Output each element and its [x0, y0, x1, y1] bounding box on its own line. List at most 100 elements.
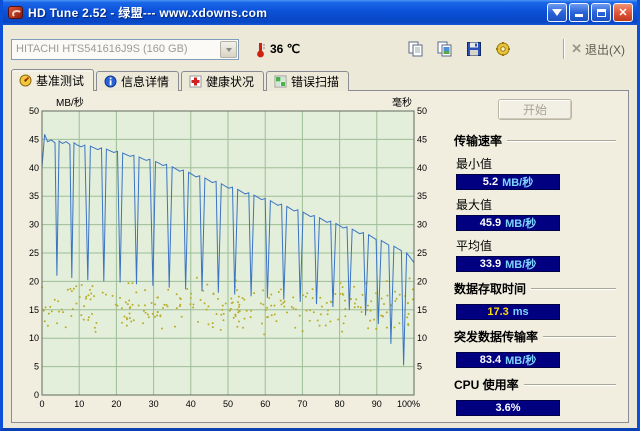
error-scan-check-icon [274, 75, 287, 88]
app-icon [8, 6, 23, 19]
tab-health-label: 健康状况 [206, 75, 255, 89]
cpu-usage-value: 3.6% [495, 402, 521, 414]
cpu-usage-value-box: 3.6% [456, 400, 560, 416]
tab-error-scan[interactable]: 错误扫描 [266, 71, 350, 91]
svg-text:50: 50 [29, 106, 39, 116]
window-title: HD Tune 2.52 - 绿盟--- www.xdowns.com [28, 6, 268, 20]
svg-text:30: 30 [149, 399, 159, 409]
tab-benchmark-label: 基准测试 [36, 74, 85, 88]
download-icon-button[interactable] [547, 3, 567, 22]
access-time-heading: 数据存取时间 [454, 280, 616, 297]
drive-select-dropdown-button[interactable] [220, 40, 237, 58]
svg-text:20: 20 [29, 276, 39, 286]
min-value-box: 5.2 MB/秒 [456, 174, 560, 190]
options-gear-icon [496, 42, 511, 56]
avg-value: 33.9 [479, 258, 502, 270]
burst-rate-value-box: 83.4 MB/秒 [456, 352, 560, 368]
maximize-button[interactable] [591, 3, 611, 22]
toolbar-separator [563, 39, 566, 59]
avg-unit: MB/秒 [505, 259, 537, 271]
svg-text:50: 50 [417, 106, 427, 116]
copy-text-icon [408, 41, 423, 57]
cpu-usage-heading: CPU 使用率 [454, 376, 616, 393]
svg-text:35: 35 [29, 191, 39, 201]
toolbar: HITACHI HTS541616J9S (160 GB) 36 ℃ ✕ 退出(… [11, 38, 629, 60]
svg-text:80: 80 [335, 399, 345, 409]
svg-text:100%: 100% [397, 399, 420, 409]
svg-text:40: 40 [29, 163, 39, 173]
svg-text:25: 25 [29, 248, 39, 258]
transfer-rate-heading: 传输速率 [454, 132, 616, 149]
tab-info-label: 信息详情 [121, 75, 170, 89]
tab-health[interactable]: 健康状况 [181, 71, 265, 91]
drive-select[interactable]: HITACHI HTS541616J9S (160 GB) [11, 38, 239, 60]
svg-text:20: 20 [417, 276, 427, 286]
save-button[interactable] [462, 38, 486, 60]
burst-rate-value: 83.4 [479, 354, 502, 366]
options-button[interactable] [491, 38, 515, 60]
svg-text:35: 35 [417, 191, 427, 201]
svg-text:毫秒: 毫秒 [392, 96, 412, 109]
down-arrow-icon [552, 9, 562, 21]
svg-text:10: 10 [29, 333, 39, 343]
svg-text:70: 70 [297, 399, 307, 409]
exit-button[interactable]: ✕ 退出(X) [571, 41, 625, 58]
svg-text:10: 10 [74, 399, 84, 409]
avg-label: 平均值 [456, 239, 493, 253]
copy-screenshot-icon [437, 41, 452, 57]
min-value: 5.2 [482, 176, 499, 188]
save-floppy-icon [467, 42, 482, 56]
svg-text:15: 15 [417, 305, 427, 315]
drive-select-value: HITACHI HTS541616J9S (160 GB) [16, 43, 188, 55]
close-button[interactable]: ✕ [613, 3, 633, 22]
access-time-value-box: 17.3 ms [456, 304, 560, 320]
exit-label: 退出(X) [585, 42, 625, 57]
tab-strip: 基准测试 信息详情 健康状况 错误扫描 [11, 69, 629, 91]
burst-rate-heading: 突发数据传输率 [454, 328, 616, 345]
health-cross-icon [189, 75, 202, 88]
svg-text:10: 10 [417, 333, 427, 343]
svg-text:15: 15 [29, 305, 39, 315]
svg-text:40: 40 [417, 163, 427, 173]
info-icon [104, 75, 117, 88]
results-panel: 开始 传输速率 最小值 5.2 MB/秒 最大值 45.9 MB/秒 平均值 3… [440, 95, 626, 418]
svg-text:30: 30 [417, 220, 427, 230]
max-value: 45.9 [479, 217, 502, 229]
tab-info[interactable]: 信息详情 [96, 71, 180, 91]
svg-text:25: 25 [417, 248, 427, 258]
svg-text:20: 20 [111, 399, 121, 409]
svg-text:45: 45 [29, 134, 39, 144]
benchmark-chart-svg: 5045403530252015105050454035302520151050… [29, 96, 427, 409]
svg-text:0: 0 [39, 399, 44, 409]
start-button[interactable]: 开始 [498, 99, 572, 120]
svg-text:40: 40 [186, 399, 196, 409]
svg-text:MB/秒: MB/秒 [56, 96, 84, 109]
tab-error-scan-label: 错误扫描 [291, 75, 340, 89]
min-label: 最小值 [456, 157, 493, 171]
chevron-down-icon [225, 47, 232, 55]
thermometer-icon [257, 42, 265, 57]
svg-text:45: 45 [417, 134, 427, 144]
svg-text:90: 90 [372, 399, 382, 409]
exit-x-icon: ✕ [571, 41, 582, 56]
avg-value-box: 33.9 MB/秒 [456, 256, 560, 272]
svg-text:5: 5 [34, 362, 39, 372]
svg-text:30: 30 [29, 220, 39, 230]
max-value-box: 45.9 MB/秒 [456, 215, 560, 231]
max-label: 最大值 [456, 198, 493, 212]
max-unit: MB/秒 [505, 218, 537, 230]
hd-tune-window: HD Tune 2.52 - 绿盟--- www.xdowns.com ✕ HI… [0, 0, 640, 431]
burst-rate-unit: MB/秒 [505, 355, 537, 367]
benchmark-gauge-icon [19, 74, 32, 87]
titlebar: HD Tune 2.52 - 绿盟--- www.xdowns.com ✕ [3, 0, 637, 25]
access-time-value: 17.3 [487, 306, 509, 318]
min-unit: MB/秒 [502, 177, 534, 189]
svg-text:60: 60 [260, 399, 270, 409]
temperature-value: 36 ℃ [270, 42, 301, 56]
copy-text-button[interactable] [404, 38, 428, 60]
minimize-button[interactable] [569, 3, 589, 22]
copy-screenshot-button[interactable] [433, 38, 457, 60]
toolbar-buttons [404, 38, 515, 60]
svg-text:0: 0 [34, 390, 39, 400]
tab-benchmark[interactable]: 基准测试 [11, 69, 95, 91]
